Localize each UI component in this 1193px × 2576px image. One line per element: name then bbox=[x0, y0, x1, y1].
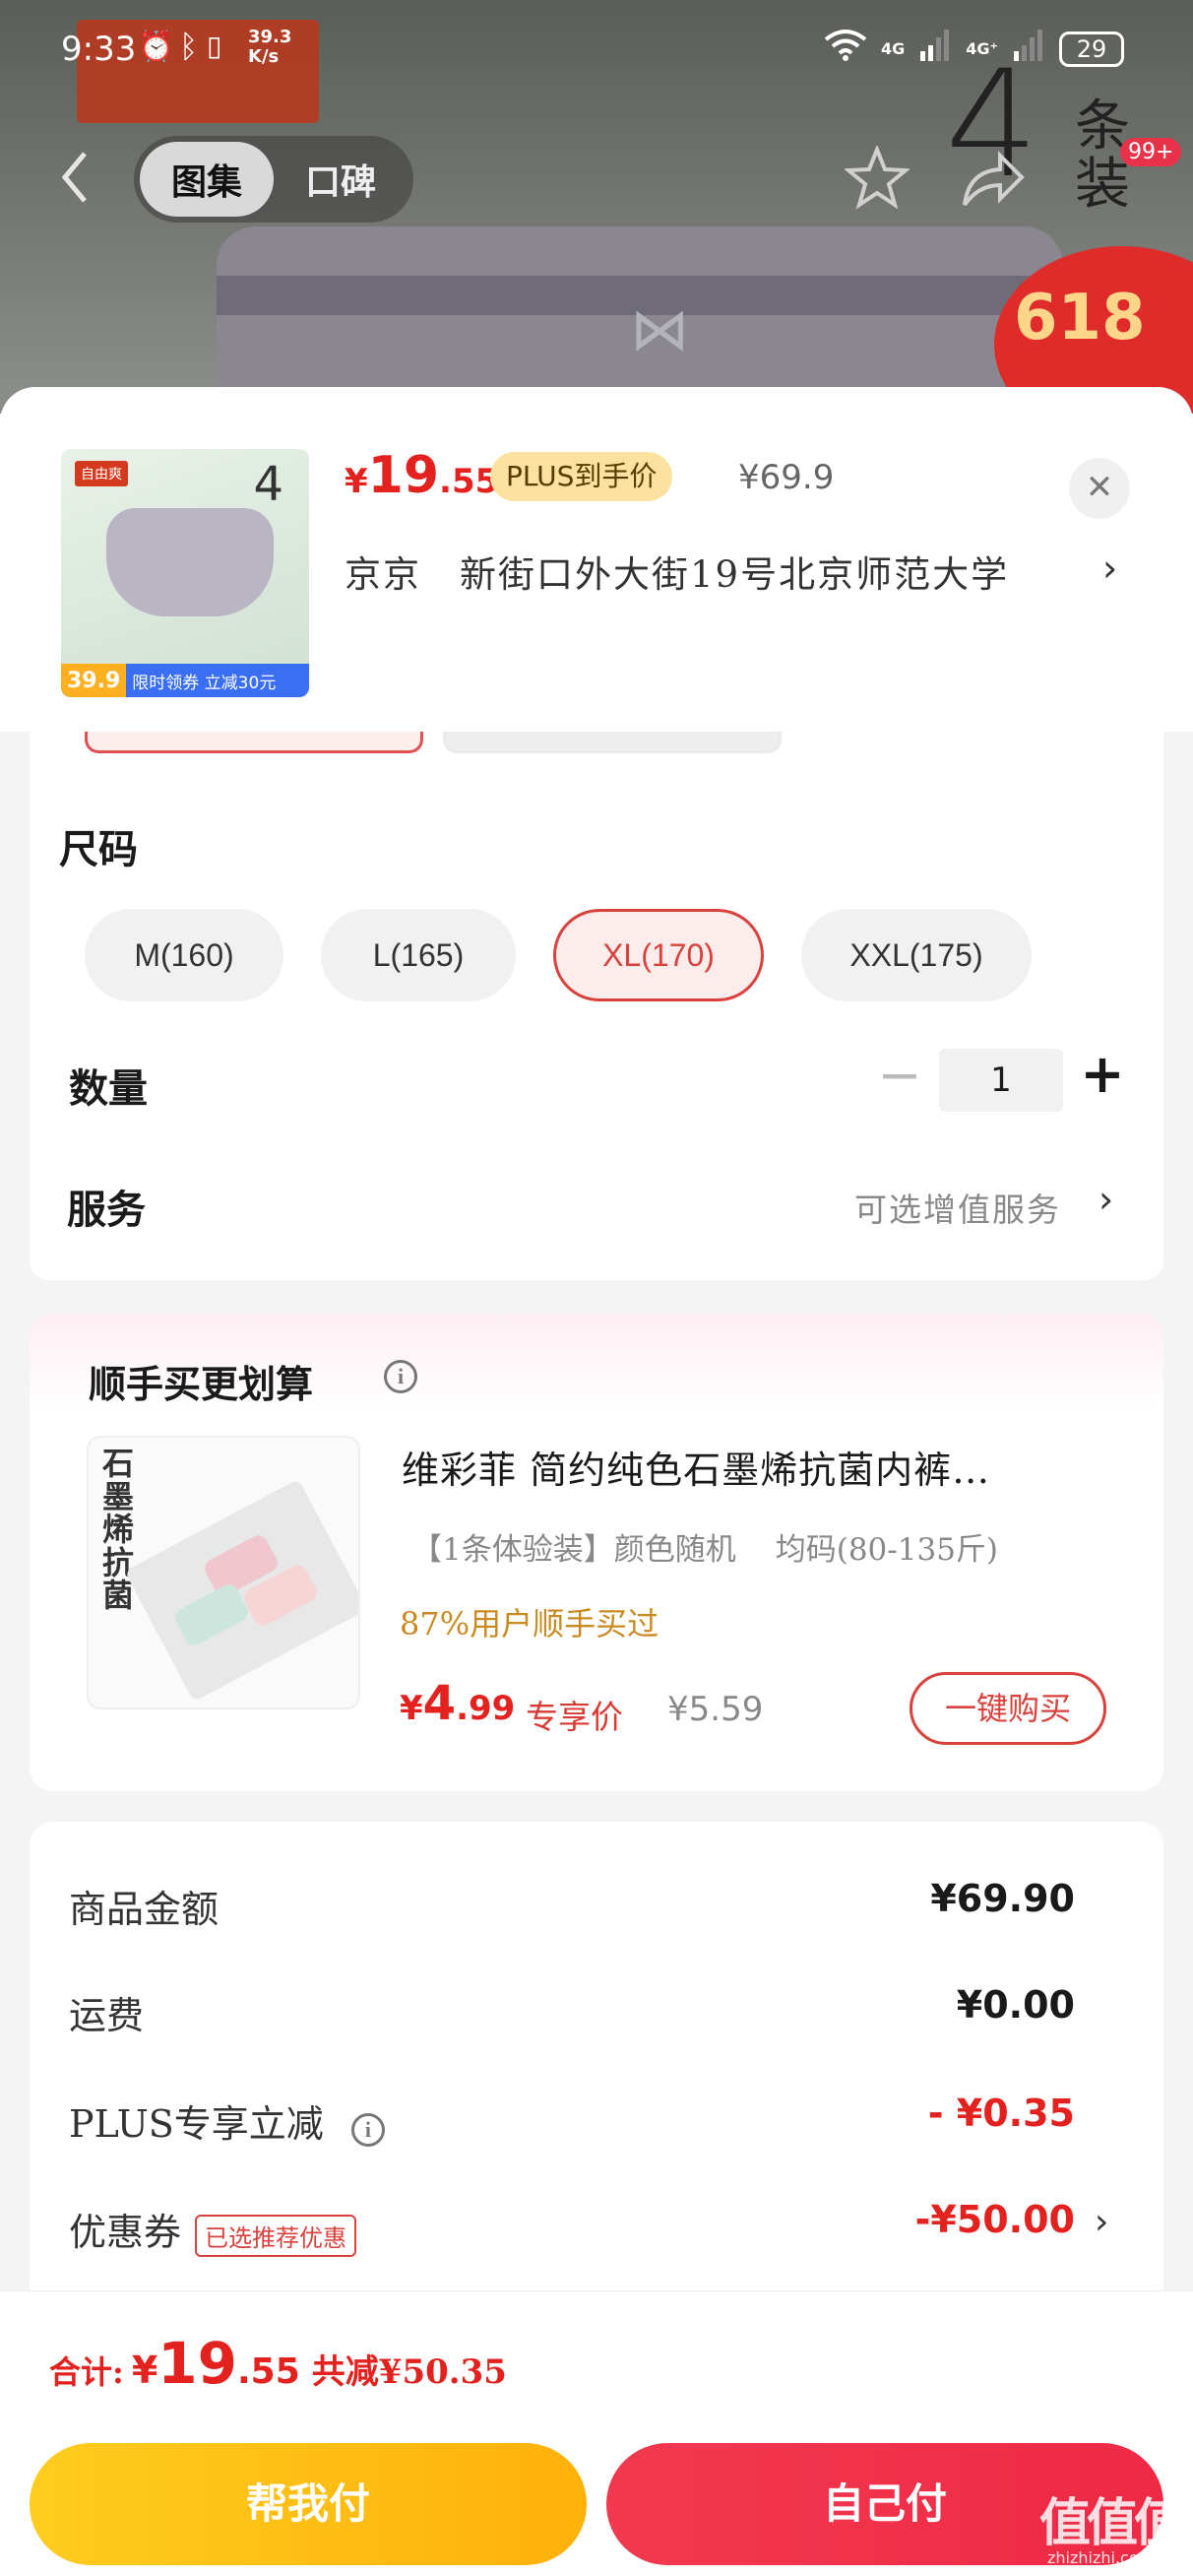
status-right: 4G 4G⁺ 29 bbox=[824, 28, 1124, 70]
summary-value-coupon[interactable]: -¥50.00 bbox=[915, 2198, 1075, 2241]
close-icon: ✕ bbox=[1085, 468, 1114, 507]
vibrate-icon: ▯ bbox=[207, 30, 222, 62]
price-integer: 19 bbox=[367, 446, 440, 505]
bundle-exclusive-label: 专享价 bbox=[526, 1698, 623, 1736]
watermark-logo: 值值值 bbox=[1039, 2494, 1185, 2553]
help-pay-button[interactable]: 帮我付 bbox=[30, 2443, 587, 2565]
bundle-spec-variant: 【1条体验装】颜色随机 bbox=[411, 1532, 736, 1568]
bundle-price-decimal: .99 bbox=[456, 1689, 516, 1728]
pack-unit-2: 装 bbox=[1075, 152, 1130, 217]
info-icon[interactable]: i bbox=[384, 1360, 417, 1393]
total-amount: 合计: ¥19.55 共减¥50.35 bbox=[49, 2330, 507, 2397]
size-option-xl[interactable]: XL(170) bbox=[553, 909, 764, 1001]
status-time: 9:33 bbox=[61, 30, 137, 69]
bundle-image-box bbox=[124, 1478, 358, 1703]
summary-label-plus-text: PLUS专享立减 bbox=[69, 2102, 324, 2146]
bundle-product-name[interactable]: 维彩菲 简约纯色石墨烯抗菌内裤… bbox=[402, 1440, 1081, 1494]
chevron-right-icon[interactable]: › bbox=[1102, 547, 1117, 590]
size-option-l[interactable]: L(165) bbox=[321, 909, 516, 1001]
summary-value-shipping: ¥0.00 bbox=[956, 1983, 1075, 2027]
back-button[interactable] bbox=[55, 146, 94, 209]
summary-value-goods: ¥69.90 bbox=[930, 1877, 1075, 1920]
bluetooth-icon: ᛒ bbox=[179, 28, 199, 65]
star-icon bbox=[843, 144, 911, 210]
battery-icon: 29 bbox=[1059, 31, 1124, 67]
summary-label-goods: 商品金额 bbox=[69, 1888, 220, 1931]
share-icon bbox=[963, 151, 1025, 207]
tab-reviews[interactable]: 口碑 bbox=[274, 142, 408, 217]
thumb-promo-strip: 39.9 限时领券 立减30元 bbox=[61, 664, 309, 697]
signal-1-icon bbox=[918, 28, 952, 70]
price-symbol: ¥ bbox=[345, 462, 368, 501]
thumb-brand: 自由爽 bbox=[75, 461, 128, 486]
quantity-increase-button[interactable]: + bbox=[1079, 1044, 1126, 1109]
count-badge: 99+ bbox=[1120, 138, 1182, 166]
delivery-address[interactable]: 京京 新街口外大街19号北京师范大学 bbox=[345, 545, 1009, 598]
bundle-buy-rate: 87%用户顺手买过 bbox=[400, 1605, 659, 1642]
favorite-button[interactable] bbox=[843, 144, 911, 211]
total-saved: 共减¥50.35 bbox=[311, 2352, 507, 2392]
bundle-title: 顺手买更划算 bbox=[89, 1363, 314, 1406]
summary-label-shipping: 运费 bbox=[69, 1994, 145, 2037]
status-bar: 9:33 ⏰ ᛒ ▯ 39.3 K/s 4G 4G⁺ 29 bbox=[0, 0, 1193, 98]
one-click-buy-button[interactable]: 一键购买 bbox=[910, 1672, 1106, 1745]
gallery-tabs: 图集 口碑 bbox=[134, 136, 413, 223]
size-option-xxl[interactable]: XXL(175) bbox=[801, 909, 1032, 1001]
size-title: 尺码 bbox=[59, 826, 138, 872]
bundle-price-integer: 4 bbox=[422, 1676, 457, 1731]
plus-info-icon[interactable]: i bbox=[350, 2113, 385, 2147]
sheet-header: 自由爽 4 39.9 限时领券 立减30元 ¥19.55 PLUS到手价 ¥69… bbox=[0, 387, 1193, 732]
price-decimal: .55 bbox=[439, 462, 499, 501]
signal-2-icon bbox=[1012, 28, 1045, 70]
bundle-spec: 【1条体验装】颜色随机 均码(80-135斤) bbox=[411, 1524, 998, 1569]
quantity-label: 数量 bbox=[69, 1065, 148, 1112]
thumb-promo: 限时领券 立减30元 bbox=[132, 673, 277, 693]
signal-2-label: 4G⁺ bbox=[966, 39, 998, 58]
summary-label-plus: PLUS专享立减 i bbox=[69, 2093, 385, 2148]
product-thumbnail[interactable]: 自由爽 4 39.9 限时领券 立减30元 bbox=[61, 449, 309, 697]
bundle-product-image[interactable]: 石墨烯抗菌 bbox=[87, 1436, 360, 1709]
signal-1-label: 4G bbox=[881, 39, 906, 58]
size-option-m[interactable]: M(160) bbox=[85, 909, 283, 1001]
tab-gallery[interactable]: 图集 bbox=[140, 142, 274, 217]
total-symbol: ¥ bbox=[131, 2349, 158, 2392]
thumb-count: 4 bbox=[253, 457, 283, 512]
bow-decoration: ⋈ bbox=[630, 295, 689, 364]
color-option-selected[interactable] bbox=[85, 732, 423, 753]
net-speed: 39.3 K/s bbox=[248, 28, 291, 67]
share-button[interactable] bbox=[957, 148, 1026, 213]
summary-value-plus: - ¥0.35 bbox=[927, 2092, 1075, 2135]
service-label: 服务 bbox=[67, 1187, 146, 1233]
coupon-chevron-icon[interactable]: › bbox=[1095, 2202, 1108, 2242]
total-integer: 19 bbox=[157, 2330, 237, 2397]
total-label: 合计: bbox=[49, 2353, 124, 2391]
chevron-left-icon bbox=[61, 152, 87, 203]
coupon-recommended-tag: 已选推荐优惠 bbox=[195, 2215, 357, 2257]
color-option[interactable] bbox=[443, 732, 782, 753]
original-price: ¥69.9 bbox=[738, 458, 835, 497]
thumb-price: 39.9 bbox=[61, 664, 127, 697]
plus-price-tag: PLUS到手价 bbox=[490, 452, 673, 501]
bundle-price: ¥4.99 bbox=[400, 1676, 515, 1731]
total-decimal: .55 bbox=[237, 2351, 300, 2392]
net-speed-unit: K/s bbox=[248, 46, 280, 67]
watermark-domain: zhizhizhi.com bbox=[1047, 2548, 1155, 2567]
service-chevron-icon[interactable]: › bbox=[1099, 1178, 1113, 1221]
alarm-icon: ⏰ bbox=[138, 30, 175, 64]
thumb-garment bbox=[106, 508, 274, 616]
quantity-input[interactable]: 1 bbox=[939, 1049, 1063, 1112]
close-button[interactable]: ✕ bbox=[1069, 458, 1130, 519]
product-price: ¥19.55 bbox=[345, 446, 498, 505]
bundle-spec-size: 均码(80-135斤) bbox=[775, 1532, 999, 1568]
summary-label-coupon[interactable]: 优惠券 已选推荐优惠 bbox=[69, 2202, 357, 2257]
service-value[interactable]: 可选增值服务 bbox=[854, 1184, 1061, 1231]
wifi-icon bbox=[824, 28, 867, 70]
bundle-original-price: ¥5.59 bbox=[667, 1690, 764, 1729]
quantity-decrease-button[interactable]: − bbox=[876, 1046, 923, 1109]
net-speed-value: 39.3 bbox=[248, 27, 292, 47]
bundle-price-symbol: ¥ bbox=[400, 1689, 423, 1728]
summary-label-coupon-text: 优惠券 bbox=[69, 2211, 182, 2254]
